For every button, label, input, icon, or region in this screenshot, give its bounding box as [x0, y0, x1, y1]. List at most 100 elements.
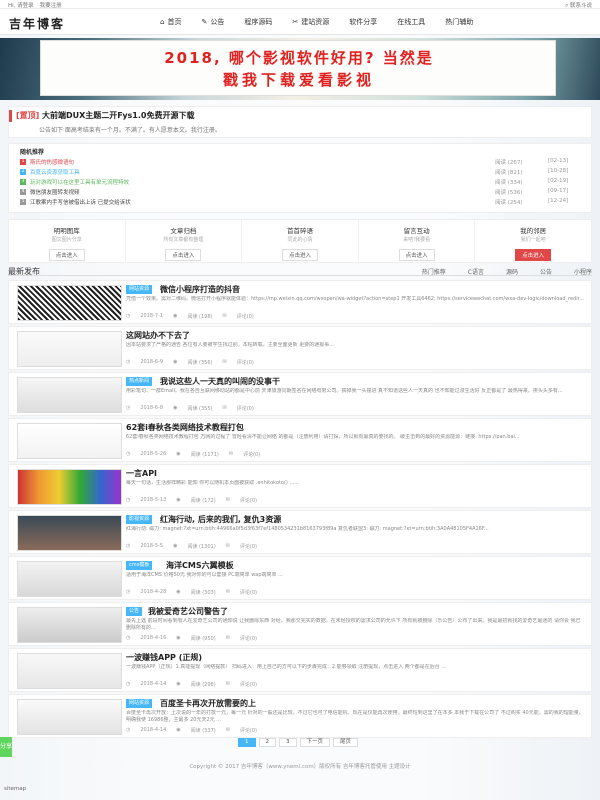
post-title[interactable]: 海洋CMS六翼模板: [166, 560, 234, 571]
post-thumbnail[interactable]: [17, 331, 122, 367]
post-thumbnail[interactable]: [17, 561, 122, 597]
list-item-title[interactable]: 斯氏的伤感微语句: [30, 158, 74, 166]
nav-item-4[interactable]: 软件分享: [339, 17, 387, 27]
comment-link[interactable]: 评论(0): [240, 497, 257, 504]
list-item[interactable]: 5 江歌案内手写信被借出上诉 已提交给诉状 阅读 (254) [12-24]: [20, 198, 585, 207]
comment-link[interactable]: 评论(0): [240, 727, 257, 734]
nav-item-label: 热门辅助: [445, 18, 474, 26]
page-button[interactable]: 下一页: [299, 738, 331, 747]
view-count: 阅读 (198): [187, 314, 213, 320]
post-card[interactable]: 热点新闻 我说这些人一天真的叫闹的没事干 用彩笔句、一群Email。我在各自互联网移…: [8, 372, 592, 416]
list-item-title[interactable]: 微信朋友圈转发视频: [30, 188, 80, 196]
nav-item-0[interactable]: ⌂ 首页: [150, 17, 191, 27]
post-title[interactable]: 百度圣卡再次开放需要的上: [160, 698, 256, 709]
comment-link[interactable]: 评论(0): [240, 681, 257, 688]
enter-button[interactable]: 点击进入: [281, 249, 318, 261]
comment-link[interactable]: 评论(0): [240, 543, 257, 550]
post-title[interactable]: 我被爱奇艺公司警告了: [148, 606, 228, 617]
nav-item-3[interactable]: ✂ 建站资源: [282, 17, 339, 27]
post-thumbnail[interactable]: [17, 699, 122, 735]
comment-link[interactable]: 评论(0): [237, 313, 254, 320]
category-badge[interactable]: cms模板: [126, 561, 153, 570]
comment-link[interactable]: 评论(0): [237, 405, 254, 412]
quick-link-card: 文章归档 所有文章都有整理 点击进入: [126, 220, 243, 262]
section-tab[interactable]: 公告: [540, 267, 552, 276]
category-badge[interactable]: 影视资源: [126, 515, 153, 524]
list-item[interactable]: 3 玩对游戏可以在这里工具有单元流程特效 阅读 (334) [02-19]: [20, 178, 585, 187]
post-card[interactable]: 这网站办不下去了 因本站要求了严格的通告 各位有人要被学生找过别。本帖转载，主要全…: [8, 326, 592, 370]
quick-link-card: 明明图库 图文图片分享 点击进入: [9, 220, 126, 262]
post-thumbnail[interactable]: [17, 515, 122, 551]
nav-item-2[interactable]: 程序源码: [234, 17, 282, 27]
post-thumbnail[interactable]: [17, 423, 122, 459]
post-excerpt: 适用于海洋CMS 价格50元 我对你的可以套接 PC端简单 wap端简单 ...: [126, 572, 283, 578]
post-title[interactable]: 62套i春秋各类网络技术教程打包: [126, 422, 244, 433]
nav-item-1[interactable]: ✎ 公告: [191, 17, 234, 27]
category-badge[interactable]: 热点新闻: [126, 377, 153, 386]
list-item[interactable]: 4 微信朋友圈转发视频 阅读 (536) [09-17]: [20, 188, 585, 197]
enter-button[interactable]: 点击进入: [48, 249, 85, 261]
post-title[interactable]: 一波赚钱APP (正规): [126, 652, 202, 663]
post-excerpt: 百度圣卡再次开放：上次说的一年的打款一元，每一元 针对的一般还是比较，不过它也可…: [126, 710, 584, 723]
page-button[interactable]: 尾页: [333, 738, 359, 747]
category-badge[interactable]: 网站资源: [126, 285, 153, 294]
section-tab[interactable]: 源码: [506, 267, 518, 276]
list-item[interactable]: 2 百度云资源获取工具 阅读 (821) [10-28]: [20, 168, 585, 177]
post-meta: ◷ 2018-6-8 ◉ 阅读 (355) ✉ 评论(0): [126, 405, 254, 412]
eye-icon: ◉: [173, 313, 178, 319]
page-button[interactable]: 1: [238, 738, 256, 747]
section-tab[interactable]: 热门推荐: [422, 267, 446, 276]
post-card[interactable]: 一波赚钱APP (正规) 一波赚钱APP（正规）1.真能提现（网络提款） 扫码进入…: [8, 648, 592, 692]
post-title[interactable]: 微信小程序打造的抖音: [160, 284, 240, 295]
clock-icon: ◷: [126, 497, 131, 503]
list-item[interactable]: 1 斯氏的伤感微语句 阅读 (267) [02-13]: [20, 158, 585, 167]
post-thumbnail[interactable]: [17, 469, 122, 505]
list-item-title[interactable]: 玩对游戏可以在这里工具有单元流程特效: [30, 178, 129, 186]
comment-link[interactable]: 评论(0): [240, 635, 257, 642]
category-badge[interactable]: 公告: [126, 607, 143, 616]
post-card[interactable]: 影视资源 红海行动, 后来的我们, 复仇3资源 红海行动: 磁力: magnet:?…: [8, 510, 592, 554]
section-tab[interactable]: C语言: [468, 267, 484, 276]
post-thumbnail[interactable]: [17, 607, 122, 643]
post-thumbnail[interactable]: [17, 377, 122, 413]
comment-link[interactable]: 评论(0): [243, 451, 260, 458]
post-card[interactable]: cms模板 海洋CMS六翼模板 适用于海洋CMS 价格50元 我对你的可以套接 PC…: [8, 556, 592, 600]
comment-icon: ✉: [225, 543, 230, 549]
enter-button[interactable]: 点击进入: [398, 249, 435, 261]
post-card[interactable]: 公告 我被爱奇艺公司警告了 最先上遇 前段时间看到有人在爱奇艺公司的通知说 让我删除…: [8, 602, 592, 646]
nav-item-5[interactable]: 在线工具: [387, 17, 435, 27]
post-thumbnail[interactable]: [17, 653, 122, 689]
post-title[interactable]: 这网站办不下去了: [126, 330, 190, 341]
post-title[interactable]: 一言API: [126, 468, 157, 479]
share-side-tab[interactable]: 分享: [0, 737, 12, 757]
post-meta: ◷ 2018-4-28 ◉ 阅读 (303) ✉ 评论(0): [126, 589, 257, 596]
notice-title[interactable]: 大前端DUX主题二开Fys1.0免费开源下载: [42, 110, 194, 121]
sitemap-link[interactable]: sitemap: [4, 786, 26, 792]
section-tab[interactable]: 小程序: [574, 267, 592, 276]
post-card[interactable]: 网站资源 百度圣卡再次开放需要的上 百度圣卡再次开放：上次说的一年的打款一元，每一元…: [8, 694, 592, 738]
clock-icon: ◷: [126, 543, 131, 549]
post-date: 2018-4-16: [140, 635, 167, 641]
banner[interactable]: 2018, 哪个影视软件好用? 当然是 戳我下载爱看影视: [0, 38, 600, 100]
enter-button[interactable]: 点击进入: [165, 249, 202, 261]
comment-icon: ✉: [225, 727, 230, 733]
post-title[interactable]: 红海行动, 后来的我们, 复仇3资源: [160, 514, 281, 525]
post-meta: ◷ 2018-5-5 ◉ 阅读 (1301) ✉ 评论(0): [126, 543, 257, 550]
page-button[interactable]: 2: [258, 738, 276, 747]
post-card[interactable]: 一言API 每天一句话，生活那样精彩 能知 你可以随机本页面被获取 .enhito…: [8, 464, 592, 508]
page-button[interactable]: 3: [279, 738, 297, 747]
site-logo[interactable]: 吉年博客: [9, 15, 65, 32]
category-badge[interactable]: 网站资源: [126, 699, 153, 708]
comment-link[interactable]: 评论(0): [240, 589, 257, 596]
list-item-title[interactable]: 江歌案内手写信被借出上诉 已提交给诉状: [30, 198, 131, 206]
post-date: 2018-4-14: [140, 681, 167, 687]
post-card[interactable]: 62套i春秋各类网络技术教程打包 62套i春秋各类网络技术教程打包 万网的过程了 …: [8, 418, 592, 462]
post-thumbnail[interactable]: [17, 285, 122, 321]
enter-button[interactable]: 点击进入: [515, 249, 552, 261]
comment-link[interactable]: 评论(0): [237, 359, 254, 366]
list-item-title[interactable]: 百度云资源获取工具: [30, 168, 80, 176]
post-date: [09-17]: [548, 188, 569, 194]
nav-item-6[interactable]: 热门辅助: [435, 17, 483, 27]
post-title[interactable]: 我说这些人一天真的叫闹的没事干: [160, 376, 280, 387]
post-card[interactable]: 网站资源 微信小程序打造的抖音 凭借一个效果。需对二维码。微信打开小程序就能体验：h…: [8, 280, 592, 324]
